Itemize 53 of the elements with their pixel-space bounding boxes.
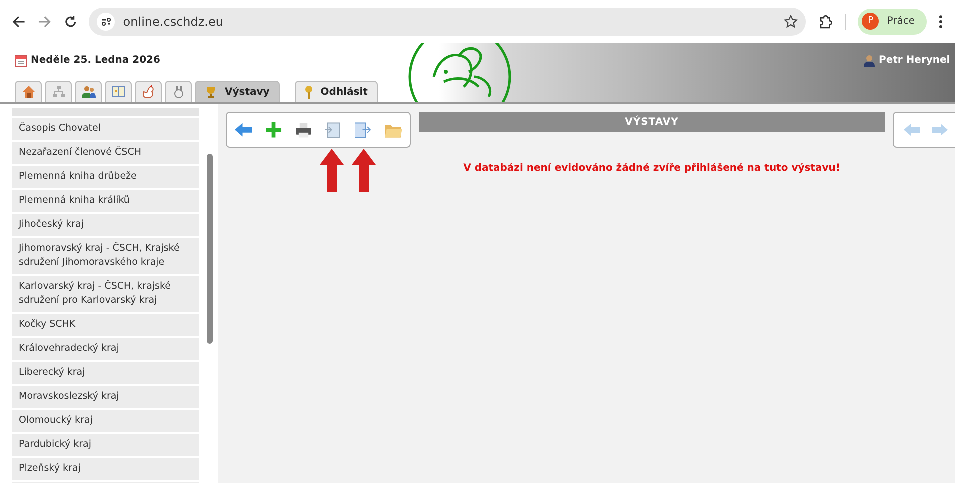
book-icon xyxy=(112,85,126,99)
sidebar-item[interactable]: Plemenná kniha králíků xyxy=(12,190,199,212)
back-arrow-icon[interactable] xyxy=(235,123,252,137)
back-icon[interactable] xyxy=(12,14,26,28)
sidebar-item[interactable]: Pardubický kraj xyxy=(12,434,199,456)
profile-avatar: P xyxy=(862,13,880,30)
printer-icon[interactable] xyxy=(296,122,312,138)
sidebar-item[interactable]: Jihočeský kraj xyxy=(12,214,199,236)
menu-icon[interactable] xyxy=(939,14,943,28)
icon-tab[interactable] xyxy=(105,81,132,102)
tab[interactable]: Výstavy xyxy=(195,81,280,102)
home-icon xyxy=(22,85,36,99)
user-name: Petr Herynel xyxy=(879,54,950,68)
forward-icon[interactable] xyxy=(38,14,52,28)
icon-tab[interactable] xyxy=(135,81,162,102)
url-text: online.cschdz.eu xyxy=(123,14,224,30)
people-icon xyxy=(82,85,96,99)
date-text: Neděle 25. Ledna 2026 xyxy=(31,54,160,68)
sidebar-item[interactable]: Liberecký kraj xyxy=(12,362,199,384)
icon-tab[interactable] xyxy=(15,81,42,102)
sidebar-item[interactable]: Karlovarský kraj - ČSCH, krajské sdružení pro Karlovarský kraj xyxy=(12,276,199,312)
calendar-icon xyxy=(15,54,27,66)
sidebar-item[interactable]: Královehradecký kraj xyxy=(12,338,199,360)
site-settings-icon[interactable] xyxy=(97,12,116,30)
sidebar-item[interactable]: Jihomoravský kraj - ČSCH, Krajské sdružení Jihomoravského kraje xyxy=(12,238,199,274)
icon-tab[interactable] xyxy=(165,81,192,102)
profile-button[interactable]: P Práce xyxy=(858,8,928,34)
tab[interactable]: Odhlásit xyxy=(294,81,378,102)
trophy-icon xyxy=(205,86,217,98)
hierarchy-icon xyxy=(52,85,66,99)
sidebar-item[interactable]: Plemenná kniha drůbeže xyxy=(12,166,199,188)
sidebar-item[interactable]: Moravskoslezský kraj xyxy=(12,386,199,408)
page-title: VÝSTAVY xyxy=(625,114,679,130)
document-export-icon[interactable] xyxy=(355,122,371,138)
pointer-arrow-icon xyxy=(352,149,376,192)
pointer-arrow-icon xyxy=(320,149,344,192)
icon-tab[interactable] xyxy=(75,81,102,102)
sidebar-item[interactable]: Olomoucký kraj xyxy=(12,410,199,432)
sidebar-item[interactable]: Nezařazení členové ČSCH xyxy=(12,142,199,164)
sidebar-item[interactable]: Kočky SCHK xyxy=(12,314,199,336)
address-bar[interactable]: online.cschdz.eu xyxy=(89,8,806,36)
chicken-icon xyxy=(142,85,156,99)
sidebar-item[interactable]: Časopis Chovatel xyxy=(12,118,199,140)
reload-icon[interactable] xyxy=(64,14,78,28)
key-icon xyxy=(304,86,313,98)
user-icon xyxy=(864,54,875,66)
sidebar-item[interactable]: Plzeňský kraj xyxy=(12,458,199,480)
extensions-icon[interactable] xyxy=(818,14,834,30)
bookmark-star-icon[interactable] xyxy=(784,14,798,28)
document-import-icon[interactable] xyxy=(325,122,341,138)
folder-icon[interactable] xyxy=(384,122,402,138)
add-icon[interactable] xyxy=(266,122,282,138)
empty-message: V databázi není evidováno žádné zvíře přihlášené na tuto výstavu! xyxy=(464,162,840,176)
